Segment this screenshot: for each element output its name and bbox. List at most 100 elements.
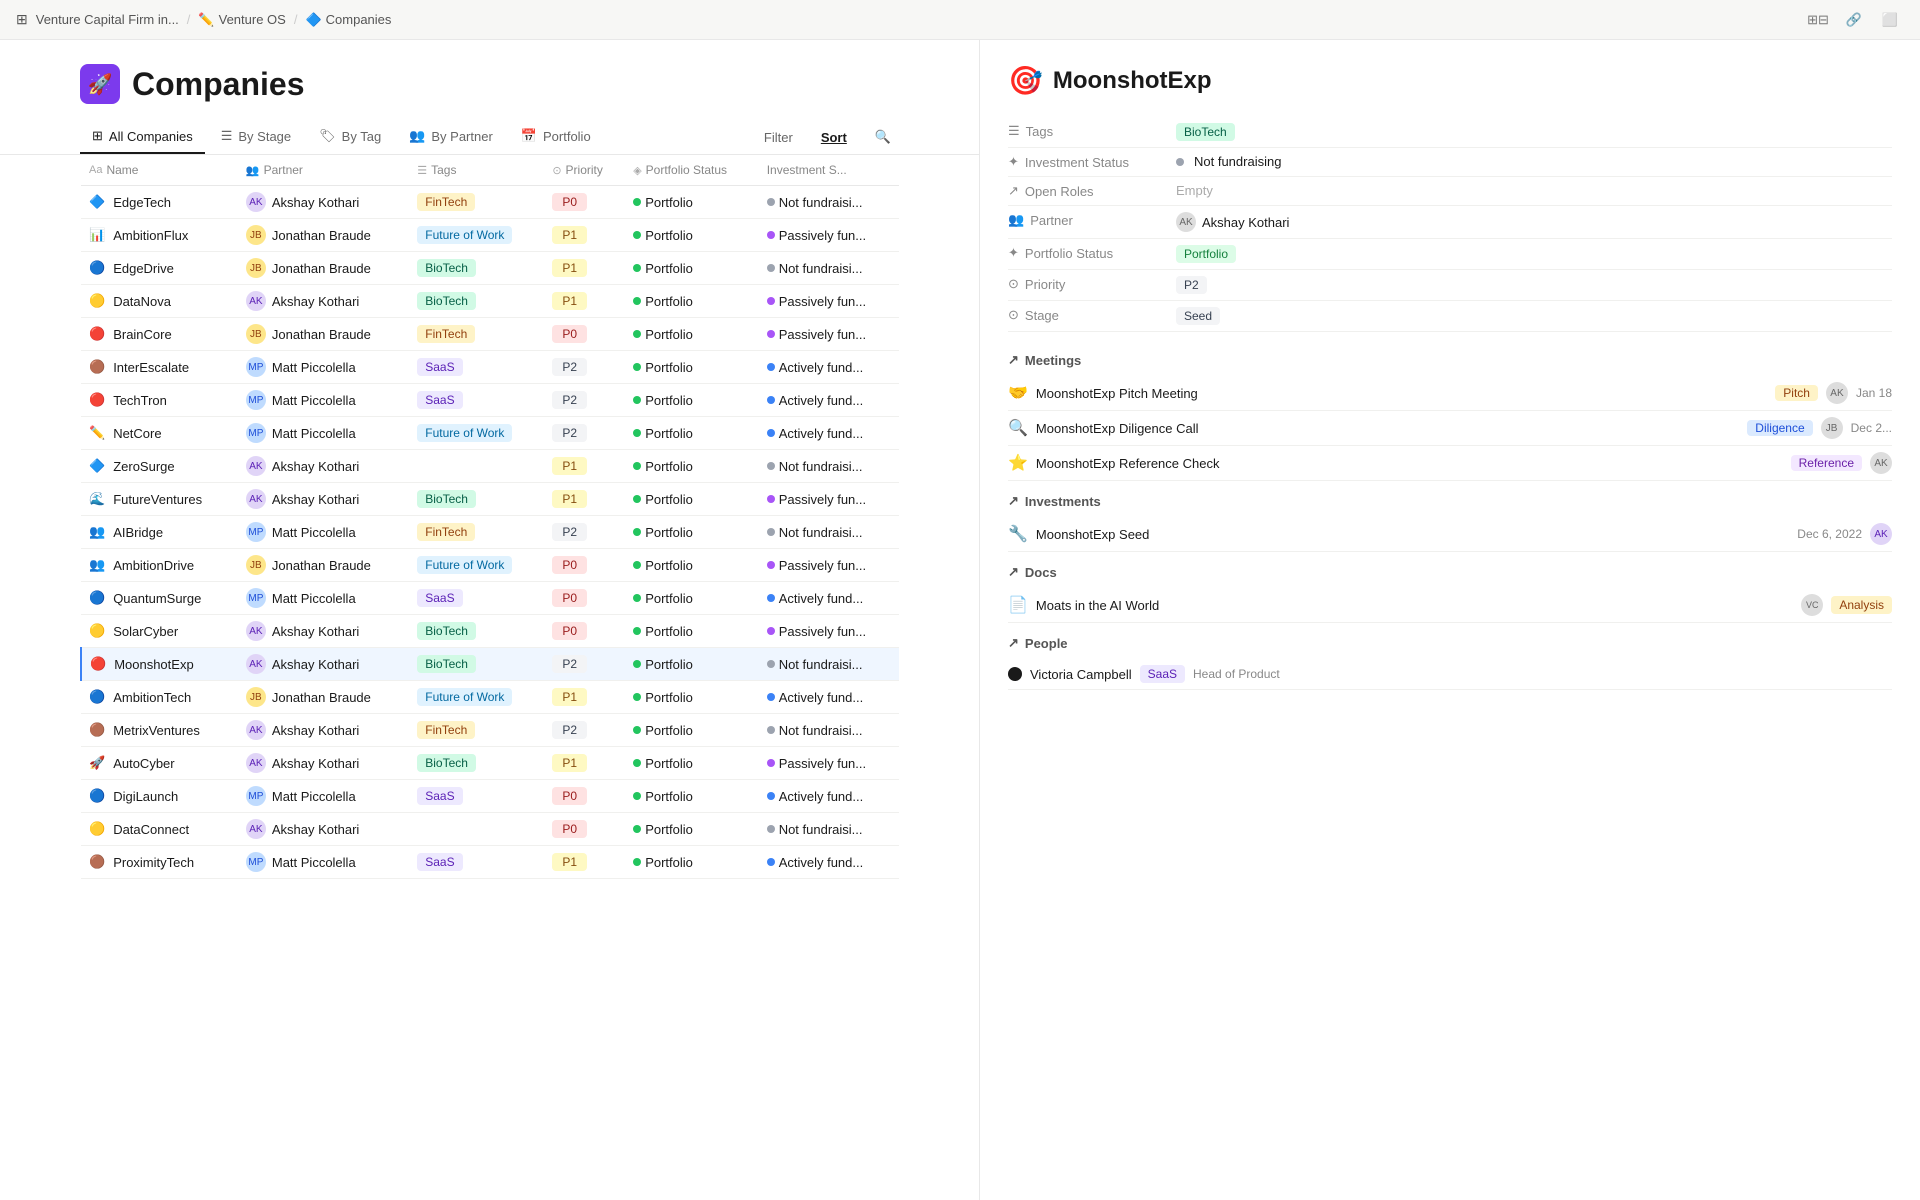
tag-badge[interactable]: BioTech — [417, 490, 476, 508]
company-name[interactable]: EdgeDrive — [113, 261, 174, 276]
doc-row[interactable]: 📄 Moats in the AI World VC Analysis — [1008, 588, 1892, 623]
meeting-row[interactable]: 🔍 MoonshotExp Diligence Call Diligence J… — [1008, 411, 1892, 446]
table-row[interactable]: 🟡 SolarCyber AK Akshay Kothari BioTech P… — [81, 615, 899, 648]
sort-button[interactable]: Sort — [813, 126, 855, 149]
table-row[interactable]: 🔷 ZeroSurge AK Akshay Kothari P1 Portfol… — [81, 450, 899, 483]
tag-badge[interactable]: Future of Work — [417, 424, 512, 442]
tab-by-tag[interactable]: 🏷 By Tag — [307, 120, 393, 154]
priority-badge[interactable]: P1 — [552, 457, 587, 475]
doc-name[interactable]: Moats in the AI World — [1036, 598, 1793, 613]
table-row[interactable]: 🚀 AutoCyber AK Akshay Kothari BioTech P1… — [81, 747, 899, 780]
meetings-section-header[interactable]: ↗ Meetings — [1008, 352, 1892, 368]
stage-badge[interactable]: Seed — [1176, 307, 1220, 325]
company-name[interactable]: MetrixVentures — [113, 723, 200, 738]
layout-icon[interactable]: ⬜ — [1876, 6, 1904, 34]
person-row[interactable]: Victoria Campbell SaaS Head of Product — [1008, 659, 1892, 690]
company-name[interactable]: AutoCyber — [113, 756, 174, 771]
tag-badge-biotech[interactable]: BioTech — [1176, 123, 1235, 141]
breadcrumb-companies[interactable]: 🔷 Companies — [305, 12, 391, 28]
company-name[interactable]: AmbitionTech — [113, 690, 191, 705]
priority-badge[interactable]: P1 — [552, 490, 587, 508]
meeting-name[interactable]: MoonshotExp Reference Check — [1036, 456, 1783, 471]
tab-all-companies[interactable]: ⊞ All Companies — [80, 120, 205, 154]
company-name[interactable]: TechTron — [113, 393, 167, 408]
sidebar-toggle-icon[interactable]: ⊞⊟ — [1804, 6, 1832, 34]
tags-value[interactable]: BioTech — [1176, 123, 1892, 141]
table-row[interactable]: 🔴 MoonshotExp AK Akshay Kothari BioTech … — [81, 648, 899, 681]
tag-badge[interactable]: BioTech — [417, 292, 476, 310]
priority-badge[interactable]: P0 — [552, 820, 587, 838]
tag-badge[interactable]: FinTech — [417, 193, 475, 211]
company-name[interactable]: MoonshotExp — [114, 657, 194, 672]
priority-badge[interactable]: P2 — [552, 358, 587, 376]
company-name[interactable]: InterEscalate — [113, 360, 189, 375]
table-row[interactable]: ✏️ NetCore MP Matt Piccolella Future of … — [81, 417, 899, 450]
company-name[interactable]: DataNova — [113, 294, 171, 309]
table-row[interactable]: 🟤 InterEscalate MP Matt Piccolella SaaS … — [81, 351, 899, 384]
docs-section-header[interactable]: ↗ Docs — [1008, 564, 1892, 580]
priority-badge[interactable]: P1 — [552, 688, 587, 706]
table-row[interactable]: 🔵 EdgeDrive JB Jonathan Braude BioTech P… — [81, 252, 899, 285]
priority-badge[interactable]: P2 — [552, 391, 587, 409]
col-tags[interactable]: ☰ Tags — [409, 155, 544, 186]
portfolio-status-badge[interactable]: Portfolio — [1176, 245, 1236, 263]
tag-badge[interactable]: SaaS — [417, 358, 462, 376]
investment-status-value[interactable]: Not fundraising — [1176, 154, 1892, 169]
tag-badge[interactable]: BioTech — [417, 754, 476, 772]
table-row[interactable]: 🟡 DataNova AK Akshay Kothari BioTech P1 … — [81, 285, 899, 318]
investments-section-header[interactable]: ↗ Investments — [1008, 493, 1892, 509]
table-row[interactable]: 🔵 AmbitionTech JB Jonathan Braude Future… — [81, 681, 899, 714]
portfolio-status-value[interactable]: Portfolio — [1176, 245, 1892, 263]
company-name[interactable]: DigiLaunch — [113, 789, 178, 804]
priority-badge[interactable]: P0 — [552, 193, 587, 211]
open-roles-value[interactable]: Empty — [1176, 183, 1892, 198]
priority-badge[interactable]: P2 — [1176, 276, 1207, 294]
table-row[interactable]: 🔴 TechTron MP Matt Piccolella SaaS P2 Po… — [81, 384, 899, 417]
breadcrumb-venture-capital[interactable]: Venture Capital Firm in... — [36, 12, 179, 27]
tag-badge[interactable]: SaaS — [417, 391, 462, 409]
tag-badge[interactable]: Future of Work — [417, 226, 512, 244]
filter-button[interactable]: Filter — [756, 126, 801, 149]
meeting-row[interactable]: ⭐ MoonshotExp Reference Check Reference … — [1008, 446, 1892, 481]
priority-badge[interactable]: P2 — [552, 523, 587, 541]
investment-row[interactable]: 🔧 MoonshotExp Seed Dec 6, 2022 AK — [1008, 517, 1892, 552]
table-row[interactable]: 👥 AIBridge MP Matt Piccolella FinTech P2… — [81, 516, 899, 549]
table-row[interactable]: 🔵 QuantumSurge MP Matt Piccolella SaaS P… — [81, 582, 899, 615]
table-row[interactable]: 🔵 DigiLaunch MP Matt Piccolella SaaS P0 … — [81, 780, 899, 813]
tag-badge[interactable]: FinTech — [417, 325, 475, 343]
company-name[interactable]: NetCore — [113, 426, 161, 441]
company-name[interactable]: SolarCyber — [113, 624, 178, 639]
priority-badge[interactable]: P1 — [552, 226, 587, 244]
priority-badge[interactable]: P0 — [552, 622, 587, 640]
tag-badge[interactable]: SaaS — [417, 589, 462, 607]
company-name[interactable]: DataConnect — [113, 822, 189, 837]
col-investment-status[interactable]: Investment S... — [759, 155, 899, 186]
table-row[interactable]: 🟡 DataConnect AK Akshay Kothari P0 Portf… — [81, 813, 899, 846]
priority-badge[interactable]: P0 — [552, 589, 587, 607]
col-portfolio-status[interactable]: ◈ Portfolio Status — [625, 155, 758, 186]
partner-value[interactable]: AK Akshay Kothari — [1176, 212, 1892, 232]
tag-badge[interactable]: FinTech — [417, 721, 475, 739]
priority-badge[interactable]: P1 — [552, 754, 587, 772]
priority-badge[interactable]: P1 — [552, 292, 587, 310]
table-row[interactable]: 🔴 BrainCore JB Jonathan Braude FinTech P… — [81, 318, 899, 351]
tab-portfolio[interactable]: 📅 Portfolio — [509, 120, 603, 154]
table-row[interactable]: 🌊 FutureVentures AK Akshay Kothari BioTe… — [81, 483, 899, 516]
stage-value[interactable]: Seed — [1176, 307, 1892, 325]
search-button[interactable]: 🔍 — [867, 125, 899, 149]
tag-badge[interactable]: Future of Work — [417, 688, 512, 706]
priority-badge[interactable]: P1 — [552, 853, 587, 871]
company-name[interactable]: AmbitionFlux — [113, 228, 188, 243]
tag-badge[interactable]: FinTech — [417, 523, 475, 541]
meeting-name[interactable]: MoonshotExp Diligence Call — [1036, 421, 1739, 436]
priority-value[interactable]: P2 — [1176, 276, 1892, 294]
company-name[interactable]: QuantumSurge — [113, 591, 201, 606]
col-partner[interactable]: 👥 Partner — [238, 155, 409, 186]
meeting-row[interactable]: 🤝 MoonshotExp Pitch Meeting Pitch AK Jan… — [1008, 376, 1892, 411]
priority-badge[interactable]: P1 — [552, 259, 587, 277]
people-section-header[interactable]: ↗ People — [1008, 635, 1892, 651]
tag-badge[interactable]: BioTech — [417, 259, 476, 277]
tag-badge[interactable]: BioTech — [417, 622, 476, 640]
priority-badge[interactable]: P0 — [552, 787, 587, 805]
col-priority[interactable]: ⊙ Priority — [544, 155, 625, 186]
